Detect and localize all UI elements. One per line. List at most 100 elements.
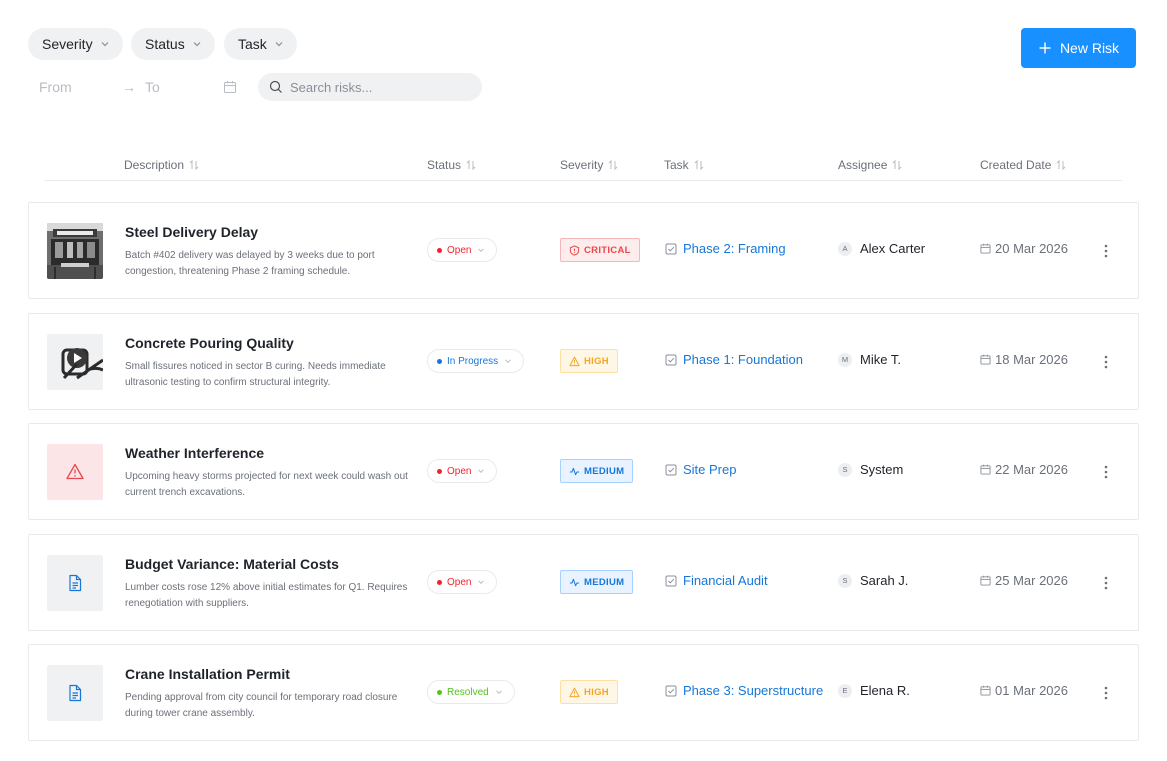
task-link[interactable]: Site Prep [665,462,736,477]
sort-icon [1057,159,1066,171]
status-label: In Progress [447,355,499,367]
document-thumbnail[interactable] [47,555,103,611]
task-link[interactable]: Financial Audit [665,573,768,588]
table-row[interactable]: Budget Variance: Material Costs Lumber c… [28,534,1139,631]
risk-title[interactable]: Weather Interference [125,445,415,461]
range-arrow-icon: → [122,79,136,95]
warning-icon [569,687,580,697]
checkbox-icon [665,243,677,254]
column-header-created-date[interactable]: Created Date [980,158,1067,172]
search-input[interactable]: Search risks... [258,73,482,101]
avatar: S [838,573,852,588]
status-dropdown[interactable]: Open [427,238,498,262]
calendar-icon [980,354,991,365]
column-header-assignee[interactable]: Assignee [838,158,903,172]
to-date-input[interactable]: To [145,79,160,95]
assignee: S System [838,462,903,477]
status-label: Open [447,244,472,256]
severity-filter[interactable]: Severity [28,28,123,60]
avatar: M [838,352,852,367]
table-row[interactable]: Crane Installation Permit Pending approv… [28,644,1139,741]
severity-filter-label: Severity [42,36,93,52]
created-date: 22 Mar 2026 [980,462,1068,477]
risk-title[interactable]: Crane Installation Permit [125,666,415,682]
calendar-icon [980,685,991,696]
building-photo-icon [47,223,103,279]
status-dot [437,358,442,364]
column-header-description[interactable]: Description [124,158,200,172]
status-dot [437,579,442,585]
task-link[interactable]: Phase 1: Foundation [665,352,803,367]
severity-label: CRITICAL [584,244,631,256]
play-icon [61,348,103,380]
shield-alert-icon [569,244,580,256]
status-filter[interactable]: Status [131,28,215,60]
document-icon [69,684,82,702]
risk-description: Pending approval from city council for t… [125,692,398,719]
sort-icon [609,159,618,171]
severity-badge: CRITICAL [560,238,640,262]
chevron-down-icon [101,42,109,47]
risk-description: Small fissures noticed in sector B curin… [125,361,386,388]
status-dropdown[interactable]: Open [427,570,498,594]
table-row[interactable]: Steel Delivery Delay Batch #402 delivery… [28,202,1139,299]
document-thumbnail[interactable] [47,665,103,721]
risk-title[interactable]: Steel Delivery Delay [125,224,415,240]
created-date-label: 20 Mar 2026 [995,241,1068,256]
table-row[interactable]: Concrete Pouring Quality Small fissures … [28,313,1139,410]
task-filter[interactable]: Task [224,28,297,60]
task-link[interactable]: Phase 3: Superstructure [665,683,823,698]
created-date: 25 Mar 2026 [980,573,1068,588]
activity-icon [569,467,580,475]
chevron-down-icon [275,42,283,47]
table-header: Description Status Severity Task Assigne… [44,150,1122,181]
plus-icon [1039,42,1051,54]
created-date-label: 18 Mar 2026 [995,352,1068,367]
more-actions-icon[interactable] [1098,573,1114,593]
status-dropdown[interactable]: Resolved [427,680,515,704]
status-dot [437,247,442,253]
more-actions-icon[interactable] [1098,241,1114,261]
status-dropdown[interactable]: Open [427,459,498,483]
column-header-severity[interactable]: Severity [560,158,619,172]
video-thumbnail[interactable] [47,334,103,390]
assignee: S Sarah J. [838,573,908,588]
risk-description: Lumber costs rose 12% above initial esti… [125,582,408,609]
warning-thumbnail[interactable] [47,444,103,500]
task-label: Phase 3: Superstructure [683,683,824,698]
date-range-picker[interactable]: From → To [28,73,250,101]
risk-title[interactable]: Concrete Pouring Quality [125,335,415,351]
risk-title[interactable]: Budget Variance: Material Costs [125,556,415,572]
avatar: A [838,241,852,256]
assignee-name: Sarah J. [860,573,909,588]
column-header-task[interactable]: Task [664,158,705,172]
new-risk-button[interactable]: New Risk [1021,28,1136,68]
more-actions-icon[interactable] [1098,683,1114,703]
more-actions-icon[interactable] [1098,462,1114,482]
more-actions-icon[interactable] [1098,352,1114,372]
from-date-input[interactable]: From [39,79,72,95]
status-dropdown[interactable]: In Progress [427,349,525,373]
chevron-down-icon [478,580,485,585]
status-dot [437,468,442,474]
checkbox-icon [665,464,677,475]
document-icon [69,574,82,592]
chevron-down-icon [505,359,511,364]
severity-badge: MEDIUM [560,570,634,594]
checkbox-icon [665,685,677,696]
warning-icon [569,356,580,366]
severity-badge: MEDIUM [560,459,634,483]
severity-label: HIGH [584,686,609,698]
table-row[interactable]: Weather Interference Upcoming heavy stor… [28,423,1139,520]
created-date: 20 Mar 2026 [980,241,1068,256]
task-label: Phase 2: Framing [683,241,786,256]
column-header-status[interactable]: Status [427,158,477,172]
photo-thumbnail[interactable] [47,223,103,279]
task-link[interactable]: Phase 2: Framing [665,241,786,256]
assignee-name: Alex Carter [860,241,926,256]
assignee: M Mike T. [838,352,901,367]
severity-label: HIGH [584,355,609,367]
task-label: Site Prep [683,462,737,477]
assignee-name: Mike T. [860,352,901,367]
search-icon [269,80,282,93]
